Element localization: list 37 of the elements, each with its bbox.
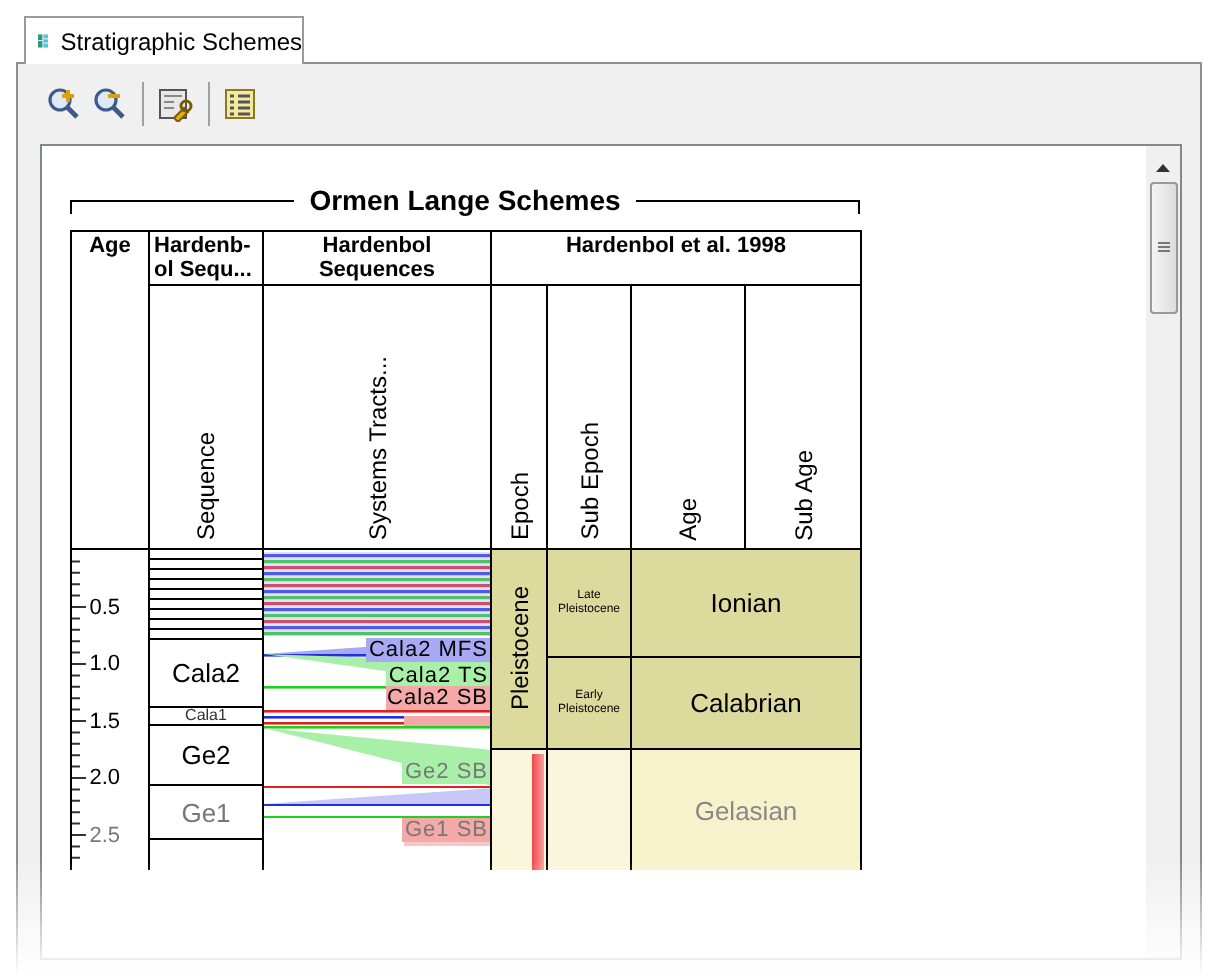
scroll-thumb[interactable] <box>1149 182 1177 314</box>
systems-tract-label: Cala2 MFS <box>366 638 490 662</box>
column-group-header: Hardenbol et al. 1998 <box>492 232 862 286</box>
systems-tract-label: Ge2 SB <box>402 760 490 784</box>
range-bar <box>532 754 544 870</box>
column-header: Sequence <box>192 431 220 540</box>
chart-title: Ormen Lange Schemes <box>309 184 621 216</box>
scroll-up-icon[interactable] <box>1156 164 1170 172</box>
tick-label: 1.0 <box>89 652 120 676</box>
stage-cell: Calabrian <box>632 658 860 750</box>
settings-icon[interactable] <box>158 86 194 122</box>
column-header: Sub Age <box>789 449 817 540</box>
tick-label: 1.5 <box>89 709 120 733</box>
tick-label: 0.5 <box>89 595 120 619</box>
systems-tract-label: Cala2 TS <box>386 664 490 688</box>
zoom-out-icon[interactable] <box>92 86 128 122</box>
zoom-in-icon[interactable] <box>46 86 82 122</box>
column-group-header: Hardenb-ol Sequ... <box>150 232 264 286</box>
sequence-cell: Cala1 <box>150 708 262 726</box>
epoch-label: Pleistocene <box>505 586 533 712</box>
tick-label: 2.0 <box>89 766 120 790</box>
systems-tract-label: Ge1 SB <box>402 818 490 842</box>
sequence-cell: Ge1 <box>150 786 262 840</box>
stage-cell: Gelasian <box>632 750 860 870</box>
tab[interactable]: Stratigraphic Schemes <box>24 16 304 64</box>
column-header: Epoch <box>505 471 533 540</box>
column-header: Systems Tracts... <box>363 355 391 540</box>
tick-label: 2.5 <box>89 823 120 847</box>
stage-cell: Ionian <box>632 550 860 658</box>
column-header: Age <box>674 497 702 540</box>
list-icon[interactable] <box>224 88 256 120</box>
sequence-cell: Ge2 <box>150 726 262 786</box>
column-group-header: Hardenbol Sequences <box>264 232 492 286</box>
sequence-cell: Cala2 <box>150 640 262 708</box>
column-group-header: Age <box>72 232 150 550</box>
column-header: Sub Epoch <box>575 422 603 540</box>
systems-tract-label: Cala2 SB <box>385 686 490 710</box>
